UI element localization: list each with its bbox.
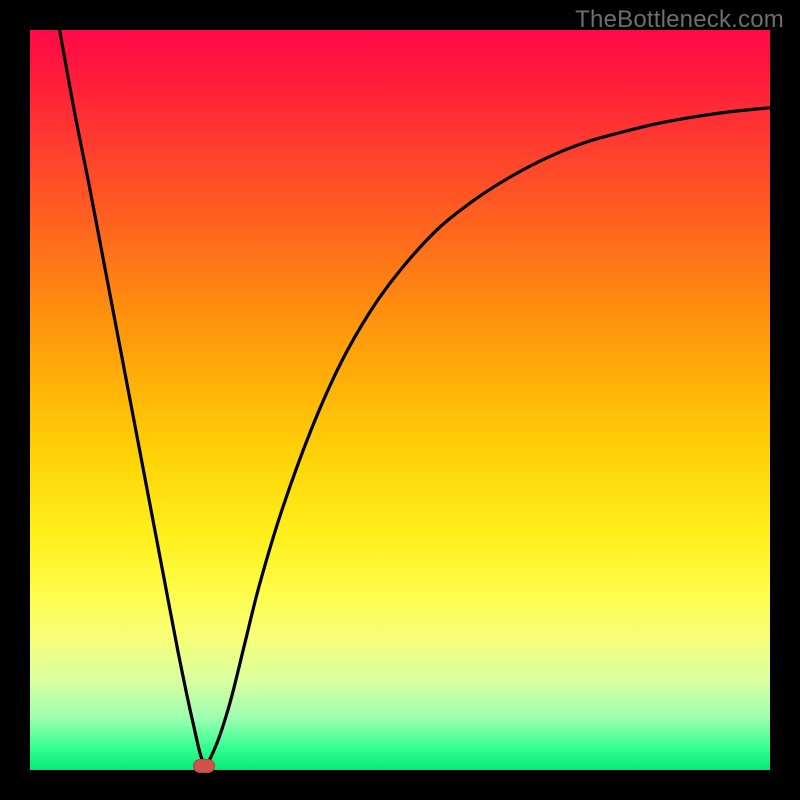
watermark-text: TheBottleneck.com [575,6,784,34]
optimal-point-marker [193,759,215,773]
plot-area [30,30,770,770]
chart-frame: TheBottleneck.com [0,0,800,800]
